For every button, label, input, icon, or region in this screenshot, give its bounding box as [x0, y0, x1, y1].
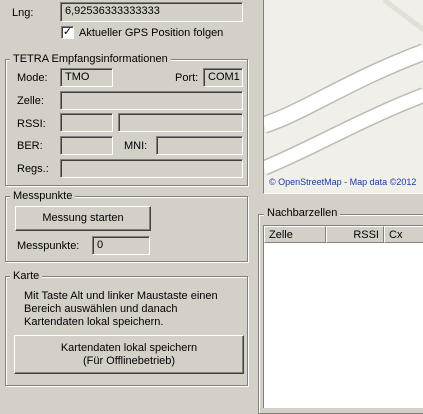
save-map-label-line1: Kartendaten lokal speichern: [60, 341, 198, 354]
rssi-field[interactable]: [60, 113, 113, 132]
column-header-cx[interactable]: Cx: [384, 226, 423, 243]
ber-field[interactable]: [60, 136, 113, 155]
regs-label: Regs.:: [17, 163, 49, 175]
follow-gps-checkbox[interactable]: ✓: [61, 26, 74, 39]
nachbarzellen-group-title: Nachbarzellen: [264, 207, 341, 219]
regs-field[interactable]: [60, 159, 243, 178]
port-field[interactable]: COM1: [203, 68, 243, 87]
follow-gps-label: Aktueller GPS Position folgen: [79, 27, 224, 39]
zelle-label: Zelle:: [17, 95, 44, 107]
save-map-label-line2: (Für Offlinebetrieb): [82, 354, 176, 367]
column-header-zelle[interactable]: Zelle: [264, 226, 326, 243]
nachbarzellen-list[interactable]: Zelle RSSI Cx: [263, 225, 423, 408]
lng-field[interactable]: 6,92536333333333: [60, 2, 243, 22]
save-map-button[interactable]: Kartendaten lokal speichern (Für Offline…: [14, 335, 244, 374]
karte-group-title: Karte: [10, 270, 43, 282]
ber-label: BER:: [17, 140, 43, 152]
rssi-label: RSSI:: [17, 118, 46, 130]
start-measurement-label: Messung starten: [42, 212, 124, 224]
zelle-field[interactable]: [60, 91, 243, 110]
column-header-rssi[interactable]: RSSI: [326, 226, 384, 243]
mode-label: Mode:: [17, 72, 48, 84]
messpunkte-count-label: Messpunkte:: [17, 240, 80, 252]
messpunkte-group-title: Messpunkte: [10, 190, 76, 202]
rssi-extra-field[interactable]: [118, 113, 243, 132]
map-view[interactable]: © OpenStreetMap - Map data ©2012: [263, 0, 423, 194]
map-roads: [264, 0, 423, 176]
lng-label: Lng:: [12, 7, 34, 19]
messpunkte-count-field[interactable]: 0: [92, 236, 150, 255]
mni-field[interactable]: [156, 136, 243, 155]
mode-field[interactable]: TMO: [60, 68, 113, 87]
mni-label: MNI:: [124, 140, 148, 152]
start-measurement-button[interactable]: Messung starten: [15, 206, 151, 231]
tetra-group-title: TETRA Empfangsinformationen: [10, 53, 171, 65]
map-attribution[interactable]: © OpenStreetMap - Map data ©2012: [269, 177, 416, 187]
karte-instructions: Mit Taste Alt und linker Maustaste einen…: [24, 290, 218, 328]
port-label: Port:: [175, 72, 199, 84]
checkmark-icon: ✓: [62, 26, 73, 38]
